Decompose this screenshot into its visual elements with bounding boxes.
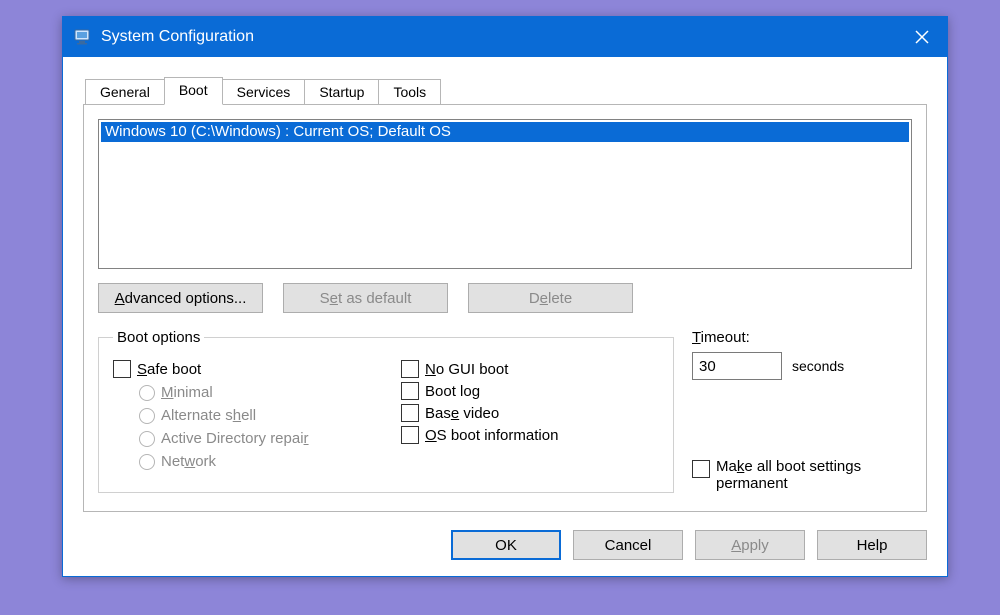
tab-row: General Boot Services Startup Tools (83, 79, 927, 105)
radio-icon (139, 431, 155, 447)
cancel-button[interactable]: Cancel (573, 530, 683, 560)
system-configuration-dialog: System Configuration General Boot Servic… (62, 16, 948, 577)
titlebar[interactable]: System Configuration (63, 17, 947, 57)
no-gui-boot-checkbox[interactable]: No GUI boot (401, 360, 659, 378)
os-boot-info-checkbox[interactable]: OS boot information (401, 426, 659, 444)
safe-boot-altshell-radio: Alternate shell (139, 407, 371, 424)
boot-entry[interactable]: Windows 10 (C:\Windows) : Current OS; De… (101, 122, 909, 142)
safe-boot-checkbox[interactable]: Safe boot (113, 360, 371, 378)
tab-general[interactable]: General (85, 79, 165, 105)
timeout-input[interactable] (692, 352, 782, 380)
boot-entries-list[interactable]: Windows 10 (C:\Windows) : Current OS; De… (98, 119, 912, 269)
delete-button: Delete (468, 283, 633, 313)
boot-options-legend: Boot options (113, 329, 204, 346)
checkbox-icon (401, 360, 419, 378)
tab-services[interactable]: Services (222, 79, 306, 105)
boot-log-checkbox[interactable]: Boot log (401, 382, 659, 400)
apply-button: Apply (695, 530, 805, 560)
safe-boot-minimal-radio: Minimal (139, 384, 371, 401)
ok-button[interactable]: OK (451, 530, 561, 560)
tab-boot[interactable]: Boot (164, 77, 223, 105)
tab-body-boot: Windows 10 (C:\Windows) : Current OS; De… (83, 105, 927, 512)
radio-icon (139, 454, 155, 470)
checkbox-icon (401, 426, 419, 444)
close-button[interactable] (897, 17, 947, 57)
base-video-checkbox[interactable]: Base video (401, 404, 659, 422)
timeout-pane: Timeout: seconds Make all boot settings … (692, 329, 912, 492)
boot-button-row: Advanced options... Set as default Delet… (98, 283, 912, 313)
timeout-label: Timeout: (692, 329, 912, 346)
boot-options-group: Boot options Safe boot Minimal (98, 329, 674, 493)
timeout-unit: seconds (792, 358, 844, 374)
set-as-default-button: Set as default (283, 283, 448, 313)
safe-boot-adrepair-radio: Active Directory repair (139, 430, 371, 447)
tab-tools[interactable]: Tools (378, 79, 441, 105)
tab-startup[interactable]: Startup (304, 79, 379, 105)
dialog-content: General Boot Services Startup Tools Wind… (63, 57, 947, 576)
help-button[interactable]: Help (817, 530, 927, 560)
window-title: System Configuration (101, 28, 254, 46)
dialog-button-row: OK Cancel Apply Help (83, 530, 927, 560)
checkbox-icon (401, 382, 419, 400)
checkbox-icon (113, 360, 131, 378)
make-permanent-checkbox[interactable]: Make all boot settings permanent (692, 458, 912, 492)
radio-icon (139, 408, 155, 424)
advanced-options-button[interactable]: Advanced options... (98, 283, 263, 313)
safe-boot-network-radio: Network (139, 453, 371, 470)
checkbox-icon (692, 460, 710, 478)
app-icon (73, 27, 93, 47)
radio-icon (139, 385, 155, 401)
checkbox-icon (401, 404, 419, 422)
